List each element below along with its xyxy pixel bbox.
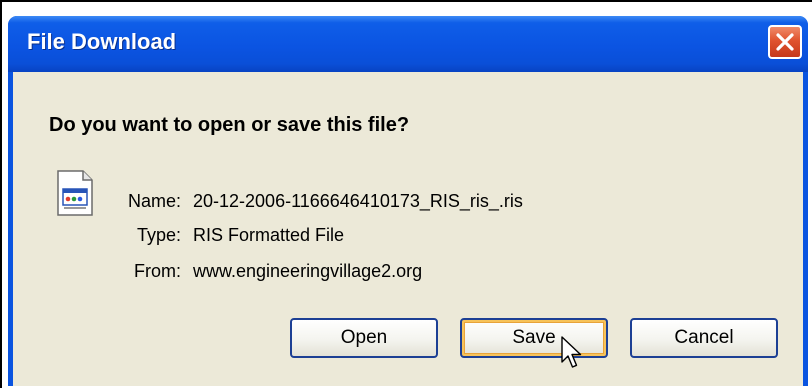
file-name-row: Name: 20-12-2006-1166646410173_RIS_ris_.r… xyxy=(97,191,523,212)
window-title: File Download xyxy=(27,29,177,54)
dialog-body: Do you want to open or save this file? N… xyxy=(13,72,803,386)
file-type-value: RIS Formatted File xyxy=(193,225,345,245)
open-button[interactable]: Open xyxy=(290,318,438,358)
file-name-value: 20-12-2006-1166646410173_RIS_ris_.ris xyxy=(193,191,523,211)
title-bar[interactable]: File Download xyxy=(8,16,808,72)
file-source-row: From: www.engineeringvillage2.org xyxy=(97,261,422,282)
from-label: From: xyxy=(134,261,181,281)
cancel-button[interactable]: Cancel xyxy=(630,318,778,358)
name-label: Name: xyxy=(127,191,181,211)
mouse-pointer-icon xyxy=(561,336,582,368)
file-type-row: Type: RIS Formatted File xyxy=(97,225,344,246)
type-label: Type: xyxy=(136,225,181,245)
file-source-value: www.engineeringvillage2.org xyxy=(193,261,423,281)
close-button[interactable] xyxy=(768,25,802,59)
question-text: Do you want to open or save this file? xyxy=(49,114,410,136)
save-button[interactable]: Save xyxy=(460,318,608,358)
file-download-dialog: File Download Do you want to open or sav… xyxy=(8,16,808,386)
close-icon xyxy=(776,33,794,51)
ris-file-icon xyxy=(57,170,93,216)
